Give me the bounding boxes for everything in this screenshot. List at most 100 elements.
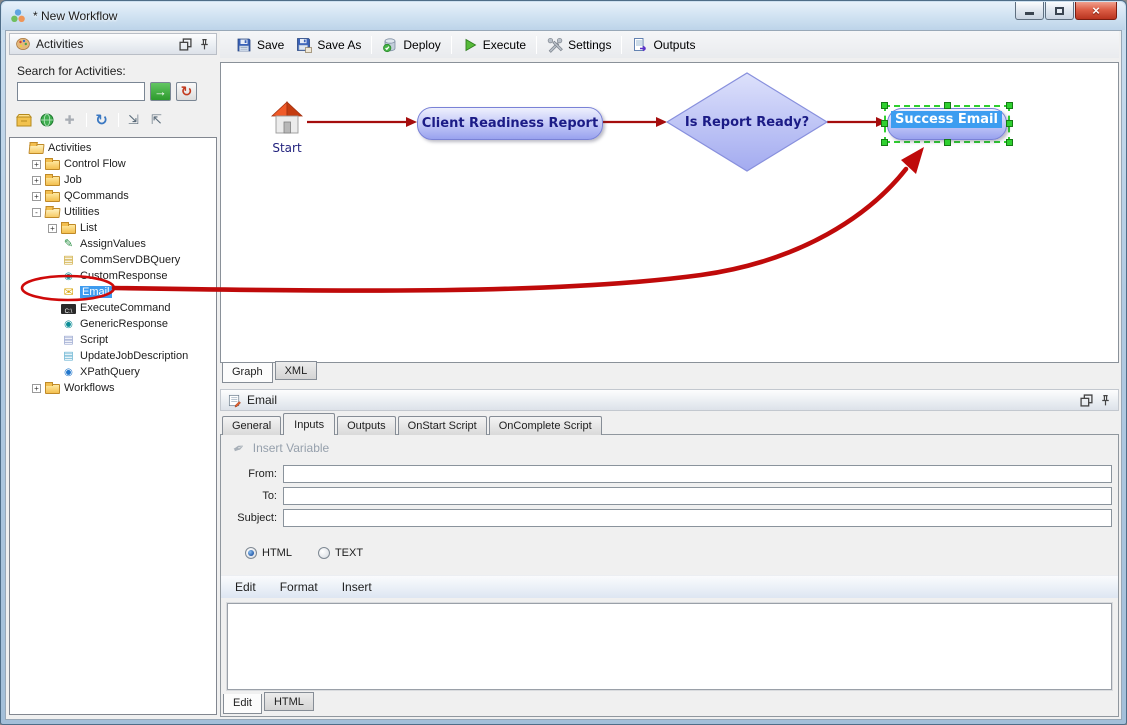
settings-label: Settings: [568, 38, 611, 52]
search-reset-button[interactable]: ↻: [176, 82, 197, 101]
outputs-button[interactable]: Outputs: [626, 34, 701, 56]
execute-button[interactable]: Execute: [456, 34, 532, 56]
format-radio[interactable]: TEXT: [318, 547, 363, 559]
tree-item[interactable]: XPathQuery: [10, 364, 216, 380]
selection-handle[interactable]: [944, 102, 951, 109]
tree-expander[interactable]: +: [48, 224, 57, 233]
email-node-label[interactable]: Success Email: [891, 111, 1002, 128]
report-node[interactable]: Client Readiness Report: [417, 107, 603, 140]
selection-handle[interactable]: [1006, 120, 1013, 127]
activities-panel-title: Activities: [36, 37, 173, 51]
close-button[interactable]: [1075, 2, 1117, 20]
window-title: * New Workflow: [33, 9, 117, 23]
field-input[interactable]: [283, 487, 1112, 505]
deploy-label: Deploy: [403, 38, 440, 52]
tree-item[interactable]: + Job: [10, 172, 216, 188]
selection-handle[interactable]: [944, 139, 951, 146]
field-input[interactable]: [283, 509, 1112, 527]
save-button[interactable]: Save: [230, 34, 290, 56]
minimize-button[interactable]: [1015, 2, 1044, 20]
save-as-button[interactable]: Save As: [290, 34, 367, 56]
properties-tab[interactable]: Outputs: [337, 416, 396, 435]
editor-tab[interactable]: HTML: [264, 692, 314, 711]
tree-item[interactable]: - Utilities: [10, 204, 216, 220]
tree-item[interactable]: + QCommands: [10, 188, 216, 204]
tree-item[interactable]: AssignValues: [10, 236, 216, 252]
app-window: * New Workflow Activities: [0, 0, 1127, 725]
editor-tab[interactable]: Edit: [223, 694, 262, 714]
maximize-button[interactable]: [1045, 2, 1074, 20]
float-panel-icon[interactable]: [1080, 394, 1093, 407]
tree-expander[interactable]: +: [32, 384, 41, 393]
properties-tab[interactable]: Inputs: [283, 413, 335, 435]
field-input[interactable]: [283, 465, 1112, 483]
activities-panel: Activities Search for Activities: → ↻: [9, 33, 217, 715]
canvas-tab[interactable]: XML: [275, 361, 318, 380]
field-row: Subject:: [221, 509, 1112, 527]
tree-item-label: Control Flow: [64, 158, 126, 170]
decision-node-label[interactable]: Is Report Ready?: [667, 73, 827, 171]
field-row: To:: [221, 487, 1112, 505]
tree-item[interactable]: Script: [10, 332, 216, 348]
email-fields: From: To: Subject:: [221, 461, 1118, 531]
editor-menubar: Edit Format Insert: [221, 575, 1118, 598]
tree-expander[interactable]: -: [32, 208, 41, 217]
email-body-editor[interactable]: [228, 604, 1111, 689]
globe-button[interactable]: [38, 113, 55, 128]
tree-item[interactable]: + Control Flow: [10, 156, 216, 172]
pin-panel-icon[interactable]: [1099, 394, 1112, 407]
tree-item[interactable]: CustomResponse: [10, 268, 216, 284]
selection-handle[interactable]: [881, 139, 888, 146]
float-panel-icon[interactable]: [179, 38, 192, 51]
tree-item-icon: [61, 224, 76, 234]
tree-item-label: ExecuteCommand: [80, 302, 171, 314]
workflow-canvas[interactable]: Start Client Readiness Report Is Report …: [220, 62, 1119, 363]
refresh-tree-button[interactable]: ↻: [93, 113, 110, 128]
tree-item-label: Utilities: [64, 206, 99, 218]
main-toolbar: Save Save As: [220, 31, 1119, 58]
properties-tab[interactable]: General: [222, 416, 281, 435]
tree-item[interactable]: UpdateJobDescription: [10, 348, 216, 364]
insert-variable-row[interactable]: ✒ Insert Variable: [221, 435, 1118, 461]
package-button[interactable]: [15, 113, 32, 128]
search-go-button[interactable]: →: [150, 82, 171, 101]
tree-item[interactable]: Activities: [10, 140, 216, 156]
email-node[interactable]: Success Email: [887, 108, 1007, 140]
selection-handle[interactable]: [1006, 139, 1013, 146]
settings-button[interactable]: Settings: [541, 34, 617, 56]
collapse-all-button[interactable]: ⇲: [125, 113, 142, 128]
tree-item[interactable]: Email: [10, 284, 216, 300]
tree-expander[interactable]: +: [32, 176, 41, 185]
properties-tab[interactable]: OnComplete Script: [489, 416, 602, 435]
properties-tab[interactable]: OnStart Script: [398, 416, 487, 435]
tree-item-icon: [45, 176, 60, 186]
tree-expander[interactable]: +: [32, 160, 41, 169]
start-node-label[interactable]: Start: [259, 141, 315, 155]
search-input[interactable]: [17, 82, 145, 101]
selection-handle[interactable]: [1006, 102, 1013, 109]
tree-item[interactable]: CommServDBQuery: [10, 252, 216, 268]
tree-item[interactable]: + List: [10, 220, 216, 236]
canvas-tab[interactable]: Graph: [222, 363, 273, 383]
selection-handle[interactable]: [881, 102, 888, 109]
tree-item-icon: [61, 286, 76, 299]
pin-panel-icon[interactable]: [198, 38, 211, 51]
tree-item[interactable]: + Workflows: [10, 380, 216, 396]
selection-handle[interactable]: [881, 120, 888, 127]
field-label: Subject:: [221, 512, 277, 524]
tree-item[interactable]: GenericResponse: [10, 316, 216, 332]
menu-item[interactable]: Edit: [235, 580, 256, 594]
close-icon: [1092, 4, 1100, 17]
tree-expander[interactable]: +: [32, 192, 41, 201]
expand-all-button[interactable]: ⇱: [148, 113, 165, 128]
menu-item[interactable]: Format: [280, 580, 318, 594]
activities-panel-header: Activities: [9, 33, 217, 55]
add-button[interactable]: ✚: [61, 113, 78, 128]
tree-item[interactable]: ExecuteCommand: [10, 300, 216, 316]
refresh-icon: ↻: [95, 111, 108, 129]
menu-item[interactable]: Insert: [342, 580, 372, 594]
field-label: To:: [221, 490, 277, 502]
start-node-icon[interactable]: [269, 100, 305, 136]
format-radio[interactable]: HTML: [245, 547, 292, 559]
deploy-button[interactable]: Deploy: [376, 34, 446, 56]
